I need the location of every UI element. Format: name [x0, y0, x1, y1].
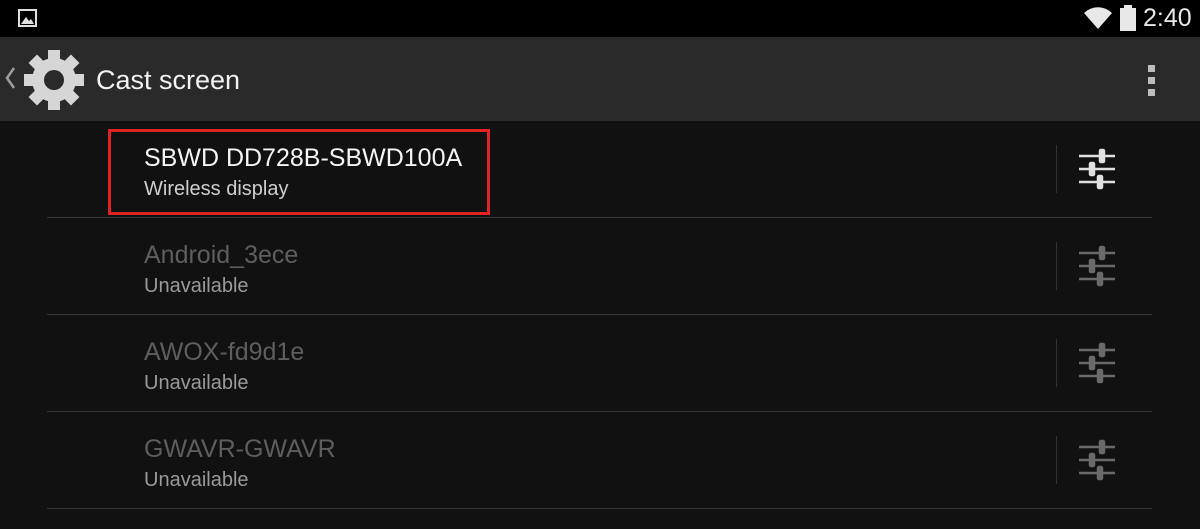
device-name: GWAVR-GWAVR [144, 435, 336, 463]
action-bar: Cast screen [0, 37, 1200, 121]
wifi-icon [1084, 7, 1112, 30]
battery-icon [1120, 5, 1136, 31]
device-status: Wireless display [144, 178, 289, 200]
device-settings-icon[interactable] [1072, 147, 1122, 191]
device-row[interactable]: SBWD DD728B-SBWD100A Wireless display [0, 121, 1200, 218]
up-caret-icon[interactable] [4, 64, 16, 92]
image-notification-icon [18, 9, 37, 27]
device-name: AWOX-fd9d1e [144, 338, 305, 366]
device-status: Unavailable [144, 372, 249, 394]
device-status: Unavailable [144, 469, 249, 491]
device-settings-icon[interactable] [1072, 438, 1122, 482]
divider [1056, 436, 1057, 484]
gear-icon[interactable] [22, 48, 86, 112]
divider [47, 508, 1152, 509]
device-settings-icon[interactable] [1072, 244, 1122, 288]
device-name: SBWD DD728B-SBWD100A [144, 144, 463, 172]
divider [1056, 242, 1057, 290]
overflow-menu-icon[interactable] [1139, 60, 1165, 100]
status-bar: 2:40 [0, 0, 1200, 37]
clock: 2:40 [1143, 4, 1192, 32]
page-title: Cast screen [96, 65, 241, 95]
divider [1056, 339, 1057, 387]
device-status: Unavailable [144, 275, 249, 297]
device-row[interactable]: AWOX-fd9d1e Unavailable [0, 315, 1200, 412]
device-settings-icon[interactable] [1072, 341, 1122, 385]
device-row[interactable]: Android_3ece Unavailable [0, 218, 1200, 315]
divider [1056, 145, 1057, 193]
device-row[interactable]: GWAVR-GWAVR Unavailable [0, 412, 1200, 509]
device-name: Android_3ece [144, 241, 299, 269]
